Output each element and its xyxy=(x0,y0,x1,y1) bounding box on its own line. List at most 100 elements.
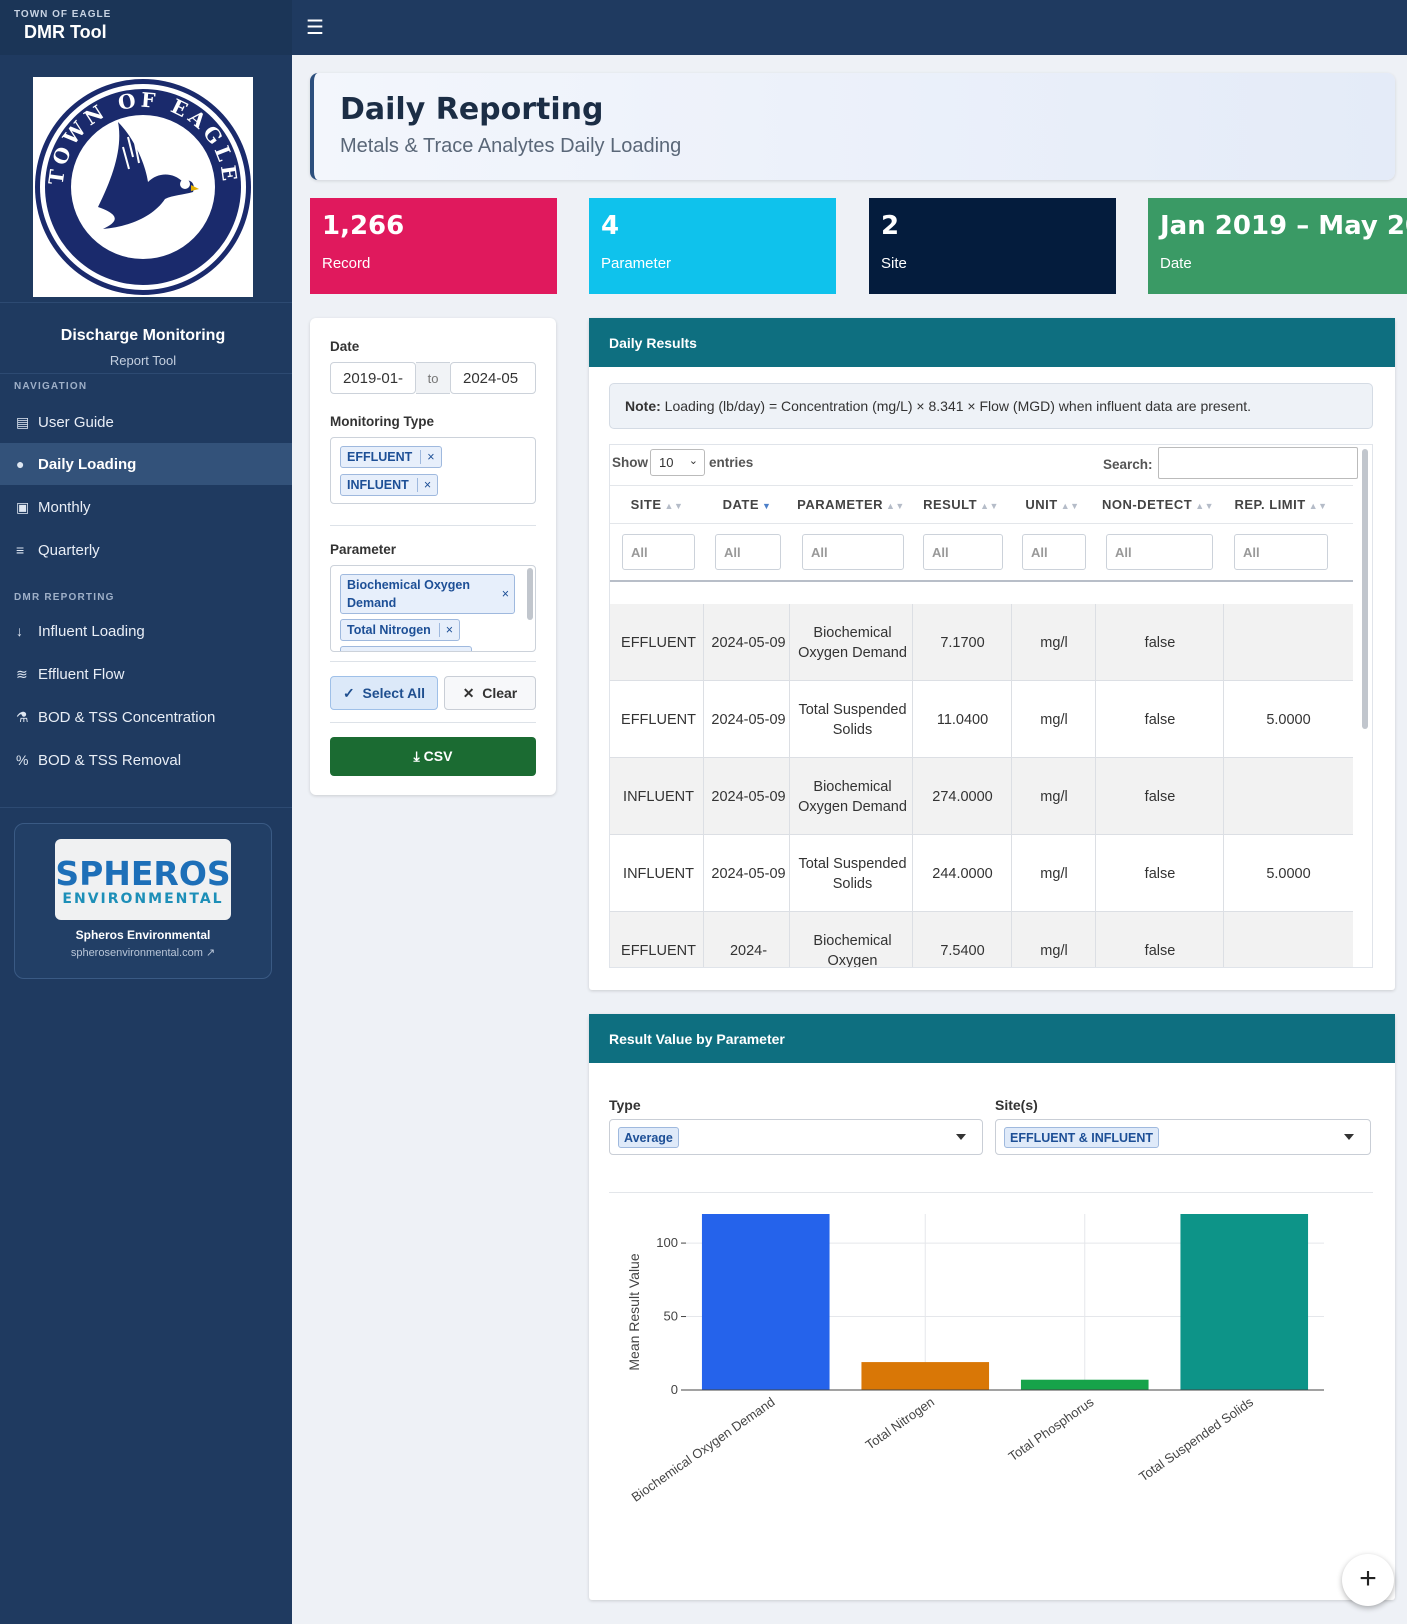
kpi-records: 1,266 Record xyxy=(310,198,557,294)
bar xyxy=(861,1362,990,1390)
csv-download-button[interactable]: ⤓ CSV xyxy=(330,737,536,776)
cell-parameter: Biochemical Oxygen xyxy=(813,932,892,968)
partner-link[interactable]: spherosenvironmental.com ↗ xyxy=(15,946,271,959)
type-label: Type xyxy=(609,1097,641,1113)
parameter-scrollbar[interactable] xyxy=(527,568,533,620)
nav-item-user-guide[interactable]: ▤ User Guide xyxy=(0,401,292,443)
page-length-select[interactable]: 10 ⌄ xyxy=(650,449,705,476)
table-scrollbar[interactable] xyxy=(1362,449,1368,729)
filter-rep-limit[interactable]: All xyxy=(1234,534,1328,570)
kpi-parameters: 4 Parameter xyxy=(589,198,836,294)
column-header-unit[interactable]: UNIT ▲▼ xyxy=(1012,485,1093,523)
flask-icon: ⚗ xyxy=(16,708,29,725)
column-header-non-detect[interactable]: NON-DETECT ▲▼ xyxy=(1096,485,1220,523)
water-icon: ≋ xyxy=(16,665,28,682)
spheros-logo-bottom: ENVIRONMENTAL xyxy=(62,891,223,907)
monitoring-tag-effluent: EFFLUENT × xyxy=(340,446,442,468)
remove-tag-icon[interactable]: × xyxy=(420,450,435,464)
calendar-icon: ▣ xyxy=(16,498,30,515)
x-tick-label: Total Phosphorus xyxy=(1006,1394,1097,1464)
parameter-select[interactable]: Biochemical Oxygen Demand × Total Nitrog… xyxy=(330,565,536,652)
kpi-value: Jan 2019 – May 2024 xyxy=(1160,211,1407,241)
filter-parameter[interactable]: All xyxy=(802,534,904,570)
remove-tag-icon[interactable]: × xyxy=(416,478,431,492)
nav-item-daily-loading[interactable]: ● Daily Loading xyxy=(0,443,292,485)
cell-parameter: Biochemical Oxygen Demand xyxy=(798,624,907,661)
column-header-date[interactable]: DATE ▼ xyxy=(705,485,789,523)
nav-label: BOD & TSS Concentration xyxy=(38,708,216,726)
daily-results-title: Daily Results xyxy=(589,318,1395,367)
cell-non-detect: false xyxy=(1144,788,1176,805)
date-to-input[interactable]: 2024-05 xyxy=(450,362,536,394)
x-tick-label: Biochemical Oxygen Demand xyxy=(629,1394,778,1505)
parameter-tag-partial xyxy=(340,646,472,651)
date-label: Date xyxy=(330,339,360,354)
column-header-result[interactable]: RESULT ▲▼ xyxy=(913,485,1009,523)
nav-item-quarterly[interactable]: ≡ Quarterly xyxy=(0,529,292,571)
date-from-input[interactable]: 2019-01- xyxy=(330,362,416,394)
column-header-site[interactable]: SITE ▲▼ xyxy=(612,485,702,523)
brand[interactable]: TOWN OF EAGLE DMR Tool xyxy=(0,0,292,55)
note-text: Loading (lb/day) = Concentration (mg/L) … xyxy=(664,398,1252,414)
type-selected-value: Average xyxy=(618,1127,679,1148)
cell-non-detect: false xyxy=(1144,634,1176,651)
app-title: Discharge Monitoring xyxy=(60,327,226,344)
y-axis-label: Mean Result Value xyxy=(626,1253,642,1370)
results-table: Show 10 ⌄ entries Search: SITE ▲▼ DATE ▼ P… xyxy=(609,444,1373,968)
caret-down-icon xyxy=(956,1134,966,1140)
brand-title: DMR Tool xyxy=(24,22,107,42)
kpi-value: 1,266 xyxy=(322,211,405,241)
remove-tag-icon[interactable]: × xyxy=(438,623,453,637)
filter-non-detect[interactable]: All xyxy=(1106,534,1213,570)
nav-item-influent-loading[interactable]: ↓ Influent Loading xyxy=(0,610,292,652)
filter-result[interactable]: All xyxy=(923,534,1003,570)
kpi-label: Record xyxy=(322,255,371,272)
percent-icon: % xyxy=(16,752,29,768)
column-header-parameter[interactable]: PARAMETER ▲▼ xyxy=(792,485,910,523)
cell-date: 2024-05-09 xyxy=(711,711,786,728)
nav-label: User Guide xyxy=(38,413,114,431)
cell-site: INFLUENT xyxy=(623,865,694,882)
nav-item-monthly[interactable]: ▣ Monthly xyxy=(0,486,292,528)
search-input[interactable] xyxy=(1158,447,1358,479)
sites-select[interactable]: EFFLUENT & INFLUENT xyxy=(995,1119,1371,1155)
nav-item-effluent-flow[interactable]: ≋ Effluent Flow xyxy=(0,653,292,695)
sites-selected-value: EFFLUENT & INFLUENT xyxy=(1004,1127,1160,1148)
nav-item-bod-tss-removal[interactable]: % BOD & TSS Removal xyxy=(0,739,292,781)
kpi-label: Site xyxy=(881,255,907,272)
select-all-button[interactable]: ✓ Select All xyxy=(330,676,438,710)
monitoring-type-select[interactable]: EFFLUENT × INFLUENT × xyxy=(330,437,536,504)
brand-town: TOWN OF EAGLE xyxy=(14,9,112,20)
type-select[interactable]: Average xyxy=(609,1119,983,1155)
spheros-logo[interactable]: SPHEROS ENVIRONMENTAL xyxy=(55,839,231,920)
cell-unit: mg/l xyxy=(1040,865,1068,882)
cell-rep-limit xyxy=(1224,606,1353,679)
nav-item-bod-tss-concentration[interactable]: ⚗ BOD & TSS Concentration xyxy=(0,696,292,738)
cell-date: 2024- xyxy=(729,942,768,959)
add-fab-button[interactable]: + xyxy=(1342,1554,1394,1606)
cell-rep-limit xyxy=(1224,914,1353,967)
page-length-value: 10 xyxy=(659,455,674,470)
cell-site: EFFLUENT xyxy=(621,634,696,651)
chart-panel: Result Value by Parameter Type Average S… xyxy=(589,1014,1395,1600)
select-all-label: Select All xyxy=(362,685,426,701)
book-icon: ▤ xyxy=(16,413,30,430)
cell-result: 7.5400 xyxy=(940,942,985,959)
filter-date[interactable]: All xyxy=(715,534,781,570)
arrow-down-icon: ↓ xyxy=(16,623,23,639)
search-label: Search: xyxy=(1103,457,1153,472)
clear-button[interactable]: ✕ Clear xyxy=(444,676,536,710)
filter-site[interactable]: All xyxy=(622,534,695,570)
filter-unit[interactable]: All xyxy=(1022,534,1086,570)
x-tick-label: Total Suspended Solids xyxy=(1136,1394,1256,1485)
remove-tag-icon[interactable]: × xyxy=(502,585,509,603)
show-label: Show xyxy=(612,455,648,470)
dmr-heading: DMR REPORTING xyxy=(14,592,115,603)
cell-non-detect: false xyxy=(1144,711,1176,728)
nav-label: Daily Loading xyxy=(38,455,137,473)
kpi-value: 4 xyxy=(601,211,620,241)
loading-note: Note: Loading (lb/day) = Concentration (… xyxy=(609,383,1373,429)
menu-toggle-icon[interactable]: ☰ xyxy=(306,15,324,40)
column-header-rep-limit[interactable]: REP. LIMIT ▲▼ xyxy=(1224,485,1338,523)
bar xyxy=(1020,1379,1149,1390)
